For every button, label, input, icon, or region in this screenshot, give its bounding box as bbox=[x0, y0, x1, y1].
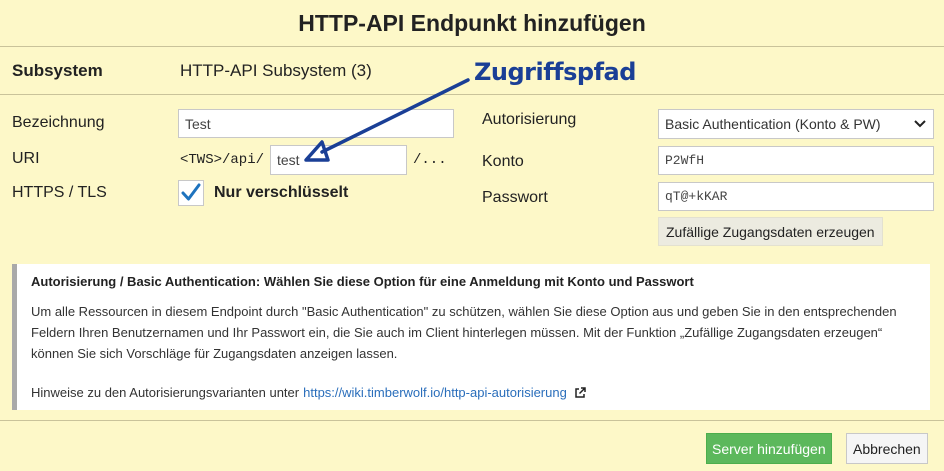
https-label: HTTPS / TLS bbox=[12, 184, 107, 201]
https-checkbox-label: Nur verschlüsselt bbox=[214, 184, 349, 201]
password-label: Passwort bbox=[482, 189, 548, 206]
uri-path-input[interactable] bbox=[270, 145, 407, 175]
subsystem-label: Subsystem bbox=[12, 61, 103, 80]
subsystem-value: HTTP-API Subsystem (3) bbox=[180, 61, 372, 80]
account-input[interactable] bbox=[658, 146, 934, 175]
cancel-button[interactable]: Abbrechen bbox=[846, 433, 928, 464]
footer-divider bbox=[0, 420, 944, 421]
name-input[interactable] bbox=[178, 109, 454, 138]
uri-suffix: /... bbox=[413, 152, 447, 168]
info-hint-prefix: Hinweise zu den Autorisierungsvarianten … bbox=[31, 385, 300, 400]
add-server-button[interactable]: Server hinzufügen bbox=[706, 433, 832, 464]
name-label: Bezeichnung bbox=[12, 114, 105, 131]
uri-prefix: <TWS>/api/ bbox=[180, 152, 265, 168]
annotation-label: Zugriffspfad bbox=[474, 58, 636, 86]
wiki-link[interactable]: https://wiki.timberwolf.io/http-api-auto… bbox=[303, 385, 567, 400]
info-box: Autorisierung / Basic Authentication: Wä… bbox=[12, 264, 930, 410]
uri-label: URI bbox=[12, 150, 40, 167]
auth-label: Autorisierung bbox=[482, 111, 577, 128]
auth-select[interactable]: Basic Authentication (Konto & PW) bbox=[658, 109, 934, 139]
auth-select-value: Basic Authentication (Konto & PW) bbox=[665, 116, 881, 132]
password-input[interactable] bbox=[658, 182, 934, 211]
external-link-icon[interactable] bbox=[574, 386, 586, 399]
account-label: Konto bbox=[482, 153, 524, 170]
chevron-down-icon bbox=[914, 120, 926, 128]
info-title: Autorisierung / Basic Authentication: Wä… bbox=[31, 274, 694, 289]
info-hint: Hinweise zu den Autorisierungsvarianten … bbox=[31, 385, 916, 400]
dialog-title: HTTP-API Endpunkt hinzufügen bbox=[0, 0, 944, 47]
https-checkbox[interactable] bbox=[178, 180, 204, 206]
subsystem-row: Subsystem HTTP-API Subsystem (3) bbox=[0, 47, 944, 95]
generate-credentials-button[interactable]: Zufällige Zugangsdaten erzeugen bbox=[658, 217, 883, 246]
info-text: Um alle Ressourcen in diesem Endpoint du… bbox=[31, 304, 897, 361]
